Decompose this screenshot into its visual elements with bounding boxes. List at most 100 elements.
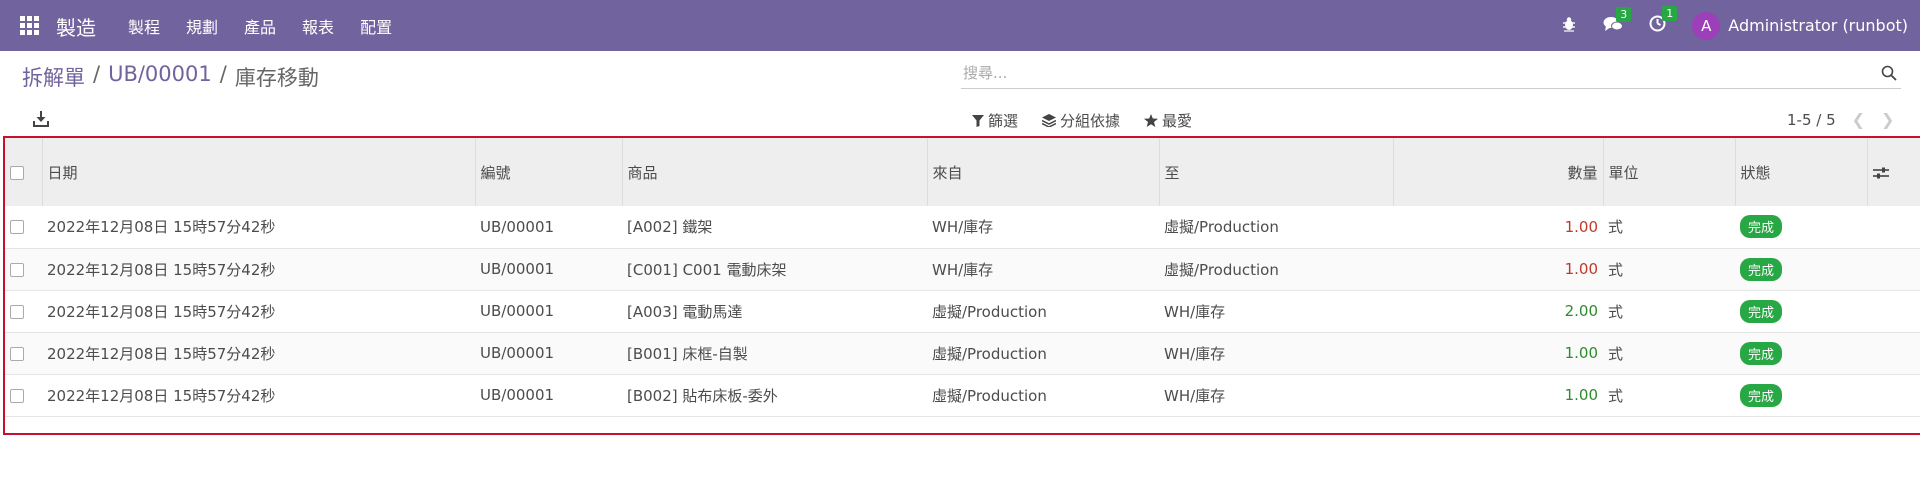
row-checkbox[interactable] — [10, 304, 24, 319]
menu-item-products[interactable]: 產品 — [244, 14, 276, 38]
debug-bug-icon[interactable] — [1561, 16, 1577, 36]
menu-item-configuration[interactable]: 配置 — [360, 14, 392, 38]
table-row[interactable]: 2022年12月08日 15時57分42秒 UB/00001 [B001] 床框… — [5, 332, 1920, 374]
menu-item-planning[interactable]: 規劃 — [186, 14, 218, 38]
pager: 1-5 / 5 ❮ ❯ — [1787, 110, 1894, 129]
table-header-row: 日期 編號 商品 來自 至 數量 單位 狀態 — [5, 138, 1920, 206]
cell-date: 2022年12月08日 15時57分42秒 — [47, 218, 276, 237]
user-name[interactable]: Administrator (runbot) — [1728, 16, 1908, 35]
cell-from: 虛擬/Production — [932, 386, 1047, 405]
cell-quantity: 1.00 — [1564, 217, 1598, 236]
row-checkbox[interactable] — [10, 346, 24, 361]
column-header-from[interactable]: 來自 — [926, 138, 1159, 206]
cell-product: [B001] 床框-自製 — [627, 344, 748, 363]
cell-from: WH/庫存 — [932, 218, 994, 237]
table-row[interactable]: 2022年12月08日 15時57分42秒 UB/00001 [C001] C0… — [5, 248, 1920, 290]
breadcrumb: 拆解單 / UB/00001 / 庫存移動 — [22, 62, 319, 92]
row-checkbox[interactable] — [10, 262, 24, 277]
search-options: 篩選 分組依據 最愛 — [972, 110, 1216, 131]
menu-item-operations[interactable]: 製程 — [128, 14, 160, 38]
select-all-checkbox[interactable] — [10, 165, 24, 180]
cell-status: 完成 — [1735, 374, 1867, 416]
breadcrumb-separator: / — [93, 62, 101, 86]
row-checkbox[interactable] — [10, 388, 24, 403]
filter-label: 篩選 — [988, 112, 1019, 130]
cell-to: 虛擬/Production — [1164, 260, 1279, 279]
top-navbar: 製造 製程 規劃 產品 報表 配置 3 1 A Administrator (r… — [0, 0, 1920, 51]
user-avatar[interactable]: A — [1692, 11, 1721, 40]
cell-date: 2022年12月08日 15時57分42秒 — [47, 260, 276, 279]
cell-to: WH/庫存 — [1164, 302, 1226, 321]
cell-unit: 式 — [1608, 218, 1624, 237]
filter-button[interactable]: 篩選 — [972, 110, 1018, 131]
search-input[interactable] — [961, 59, 1861, 87]
status-badge: 完成 — [1740, 383, 1783, 407]
breadcrumb-item-record[interactable]: UB/00001 — [108, 62, 212, 92]
table-row[interactable]: 2022年12月08日 15時57分42秒 UB/00001 [A002] 鐵架… — [5, 206, 1920, 248]
cell-from: WH/庫存 — [932, 260, 994, 279]
table-row[interactable]: 2022年12月08日 15時57分42秒 UB/00001 [A003] 電動… — [5, 290, 1920, 332]
activities-clock-icon[interactable]: 1 — [1649, 6, 1678, 36]
cell-unit: 式 — [1608, 302, 1624, 321]
cell-product: [A002] 鐵架 — [627, 218, 713, 237]
funnel-icon — [972, 114, 984, 127]
favorites-button[interactable]: 最愛 — [1144, 110, 1192, 131]
cell-reference: UB/00001 — [480, 217, 555, 236]
search-bar — [961, 59, 1901, 89]
optional-columns-cell — [1866, 138, 1920, 206]
navbar-systray: 3 1 A Administrator (runbot) — [1561, 0, 1908, 51]
main-menu: 製程 規劃 產品 報表 配置 — [128, 0, 418, 51]
cell-to: 虛擬/Production — [1164, 218, 1279, 237]
messages-icon[interactable]: 3 — [1603, 6, 1632, 36]
cell-status: 完成 — [1735, 290, 1867, 332]
status-badge: 完成 — [1740, 341, 1783, 365]
cell-product: [C001] C001 電動床架 — [627, 260, 787, 279]
pager-previous-icon[interactable]: ❮ — [1852, 110, 1865, 129]
cell-date: 2022年12月08日 15時57分42秒 — [47, 386, 276, 405]
cell-to: WH/庫存 — [1164, 344, 1226, 363]
cell-reference: UB/00001 — [480, 386, 555, 404]
cell-unit: 式 — [1608, 344, 1624, 363]
cell-to: WH/庫存 — [1164, 386, 1226, 405]
star-icon — [1144, 114, 1159, 127]
download-icon[interactable] — [33, 110, 49, 128]
column-header-status[interactable]: 狀態 — [1734, 138, 1867, 206]
column-header-date[interactable]: 日期 — [41, 138, 475, 206]
favorites-label: 最愛 — [1162, 112, 1193, 130]
cell-quantity: 1.00 — [1564, 344, 1598, 362]
table-row[interactable]: 2022年12月08日 15時57分42秒 UB/00001 [B002] 貼布… — [5, 374, 1920, 416]
row-checkbox[interactable] — [10, 220, 24, 235]
pager-next-icon[interactable]: ❯ — [1881, 110, 1894, 129]
messages-count-badge: 3 — [1616, 6, 1632, 22]
cell-unit: 式 — [1608, 386, 1624, 405]
group-by-button[interactable]: 分組依據 — [1042, 110, 1120, 131]
cell-date: 2022年12月08日 15時57分42秒 — [47, 344, 276, 363]
cell-reference: UB/00001 — [480, 260, 555, 278]
cell-from: 虛擬/Production — [932, 302, 1047, 321]
column-header-quantity[interactable]: 數量 — [1392, 138, 1603, 206]
app-title[interactable]: 製造 — [56, 12, 96, 41]
cell-quantity: 1.00 — [1564, 260, 1598, 278]
breadcrumb-separator: / — [219, 62, 227, 86]
select-all-cell — [5, 138, 42, 206]
column-header-unit[interactable]: 單位 — [1602, 138, 1735, 206]
status-badge: 完成 — [1740, 215, 1783, 239]
stock-moves-table: 日期 編號 商品 來自 至 數量 單位 狀態 2022年12月08日 15時57… — [5, 138, 1920, 417]
apps-grid-icon[interactable] — [20, 16, 39, 35]
pager-value[interactable]: 1-5 / 5 — [1787, 111, 1836, 129]
layers-icon — [1042, 114, 1057, 127]
column-header-product[interactable]: 商品 — [621, 138, 927, 206]
cell-date: 2022年12月08日 15時57分42秒 — [47, 302, 276, 321]
column-header-reference[interactable]: 編號 — [474, 138, 622, 206]
activities-count-badge: 1 — [1662, 6, 1678, 21]
optional-columns-toggle-icon[interactable] — [1872, 166, 1889, 180]
cell-status: 完成 — [1735, 248, 1867, 290]
search-icon[interactable] — [1881, 65, 1897, 81]
menu-item-reporting[interactable]: 報表 — [302, 14, 334, 38]
breadcrumb-item-unbuild-orders[interactable]: 拆解單 — [22, 62, 85, 92]
cell-product: [B002] 貼布床板-委外 — [627, 386, 778, 405]
cell-product: [A003] 電動馬達 — [627, 302, 743, 321]
cell-reference: UB/00001 — [480, 344, 555, 362]
cell-reference: UB/00001 — [480, 302, 555, 320]
column-header-to[interactable]: 至 — [1158, 138, 1393, 206]
